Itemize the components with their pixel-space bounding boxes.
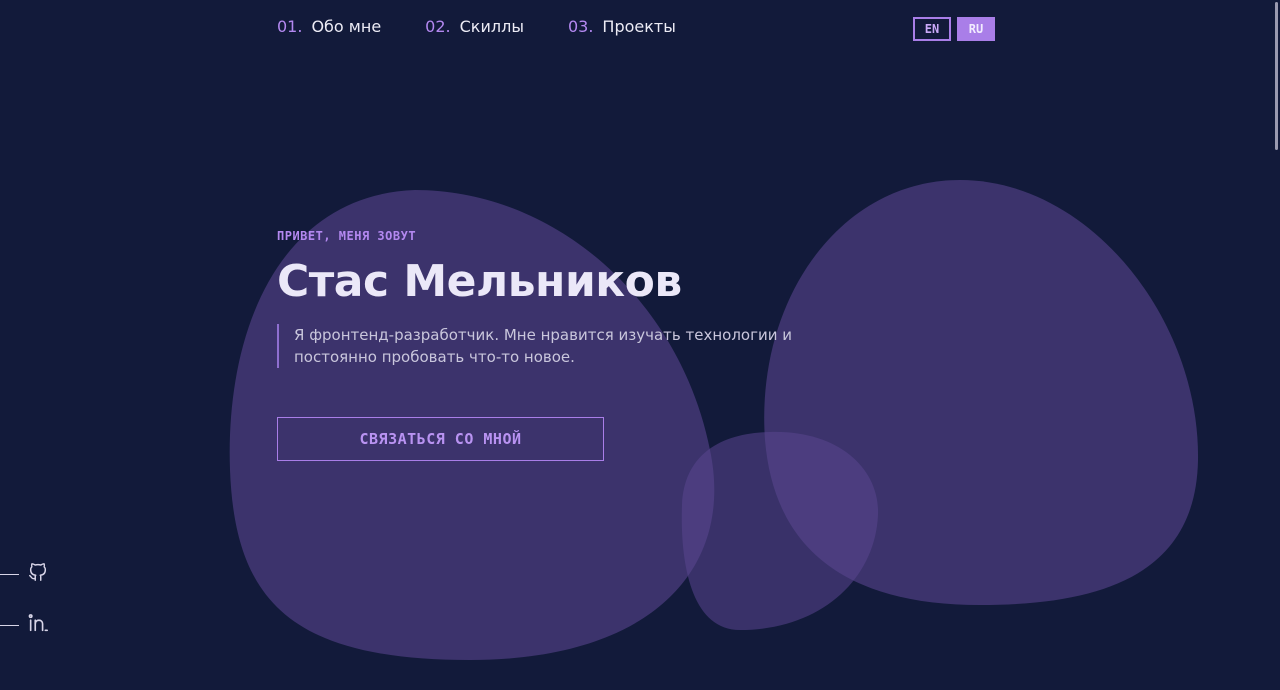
hero-greeting: ПРИВЕТ, МЕНЯ ЗОВУТ — [277, 229, 417, 243]
contact-button[interactable]: СВЯЗАТЬСЯ СО МНОЙ — [277, 417, 604, 461]
nav-item-projects[interactable]: 03. Проекты — [568, 17, 676, 36]
nav-number: 03. — [567, 17, 594, 36]
page: 01. Обо мне 02. Скиллы 03. Проекты EN RU… — [0, 0, 1280, 690]
nav-label: Обо мне — [311, 17, 382, 36]
scrollbar-thumb[interactable] — [1275, 2, 1278, 150]
lang-ru-button[interactable]: RU — [957, 17, 995, 41]
github-link[interactable] — [0, 561, 49, 587]
scrollbar[interactable] — [1272, 0, 1280, 690]
nav-label: Скиллы — [459, 17, 524, 36]
linkedin-link[interactable] — [0, 612, 49, 638]
nav-item-skills[interactable]: 02. Скиллы — [425, 17, 524, 36]
social-divider — [0, 624, 19, 626]
nav-number: 02. — [425, 17, 451, 36]
blob-center — [681, 431, 879, 630]
hero-about: Я фронтенд-разработчик. Мне нравится изу… — [277, 324, 854, 368]
nav-number: 01. — [277, 17, 303, 36]
hero-name: Стас Мельников — [277, 256, 682, 307]
linkedin-icon — [27, 612, 49, 638]
github-icon — [27, 561, 49, 587]
nav-item-about[interactable]: 01. Обо мне — [277, 17, 381, 36]
language-switcher: EN RU — [913, 17, 995, 41]
main-nav: 01. Обо мне 02. Скиллы 03. Проекты — [277, 17, 676, 36]
nav-label: Проекты — [602, 17, 676, 36]
lang-en-button[interactable]: EN — [913, 17, 951, 41]
social-divider — [0, 573, 19, 575]
